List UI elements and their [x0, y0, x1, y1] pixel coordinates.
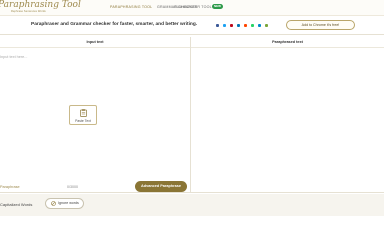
- output-pane-title: Paraphrased text: [191, 37, 384, 48]
- logo-text: Paraphrasing Tool: [0, 0, 81, 10]
- pane-divider: [190, 37, 191, 193]
- input-pane-title: Input text: [0, 37, 190, 48]
- nav-summarizer-tool[interactable]: SUMMARIZER TOOL: [174, 5, 212, 9]
- clipboard-icon: [80, 109, 87, 117]
- paste-text-button[interactable]: Paste Text: [69, 105, 97, 125]
- ignore-words-button[interactable]: Ignore words: [45, 198, 84, 209]
- bottom-bar: Capitalized Words Ignore words: [0, 194, 384, 216]
- headline-bar: Paraphraser and Grammar checker for fast…: [0, 16, 384, 35]
- new-badge: NEW: [212, 4, 223, 9]
- whatsapp-icon[interactable]: [251, 24, 254, 27]
- logo[interactable]: Paraphrasing Tool Rephrase Sentences Wor…: [0, 0, 81, 15]
- facebook-icon[interactable]: [216, 24, 219, 27]
- telegram-icon[interactable]: [258, 24, 261, 27]
- reddit-icon[interactable]: [244, 24, 247, 27]
- character-counter: 0/3000: [67, 185, 78, 189]
- linkedin-icon[interactable]: [237, 24, 240, 27]
- share-icon[interactable]: [265, 24, 268, 27]
- capitalized-words-label: Capitalized Words: [0, 202, 33, 207]
- editor-area: Input text Paraphrased text Input text h…: [0, 37, 384, 193]
- logo-tagline: Rephrase Sentences Words: [11, 10, 46, 13]
- add-to-chrome-button[interactable]: Add to Chrome it's free!: [286, 20, 355, 30]
- top-nav: Paraphrasing Tool Rephrase Sentences Wor…: [0, 0, 384, 16]
- ignore-icon: [51, 201, 56, 206]
- paraphrase-mode-label[interactable]: Paraphrase: [0, 185, 20, 189]
- input-textarea-placeholder[interactable]: Input text here...: [0, 55, 27, 59]
- nav-paraphrasing-tool[interactable]: PARAPHRASING TOOL: [110, 5, 152, 9]
- paste-text-label: Paste Text: [75, 119, 91, 123]
- pinterest-icon[interactable]: [230, 24, 233, 27]
- headline-text: Paraphraser and Grammar checker for fast…: [31, 22, 198, 27]
- twitter-icon[interactable]: [223, 24, 226, 27]
- advanced-paraphrase-button[interactable]: Advanced Paraphrase: [135, 181, 187, 192]
- ignore-words-label: Ignore words: [58, 201, 79, 205]
